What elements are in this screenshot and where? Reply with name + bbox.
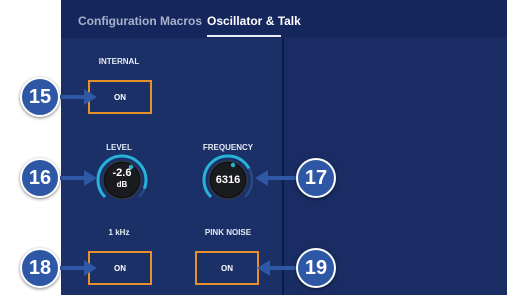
- level-unit: dB: [116, 180, 128, 189]
- khz-on-button[interactable]: ON: [88, 251, 152, 285]
- callout-19: 19: [296, 248, 336, 288]
- tab-configuration-macros[interactable]: Configuration Macros: [78, 14, 202, 28]
- tab-oscillator-talk[interactable]: Oscillator & Talk: [207, 14, 301, 28]
- khz-label: 1 kHz: [108, 228, 130, 237]
- pink-noise-on-button[interactable]: ON: [195, 251, 259, 285]
- level-label: LEVEL: [106, 143, 132, 152]
- internal-on-button[interactable]: ON: [88, 80, 152, 114]
- tab-bar: Configuration Macros Oscillator & Talk: [61, 0, 507, 38]
- callout-18: 18: [20, 248, 60, 288]
- callout-17: 17: [296, 158, 336, 198]
- frequency-label: FREQUENCY: [202, 143, 254, 152]
- frequency-knob[interactable]: 6316: [202, 154, 254, 206]
- level-knob[interactable]: -2.6 dB: [96, 154, 148, 206]
- oscillator-talk-window: Configuration Macros Oscillator & Talk I…: [61, 0, 507, 295]
- callout-16: 16: [20, 158, 60, 198]
- level-value: -2.6: [112, 167, 132, 179]
- frequency-value: 6316: [215, 174, 241, 186]
- callout-15: 15: [20, 77, 60, 117]
- pink-noise-label: PINK NOISE: [204, 228, 252, 237]
- internal-label: INTERNAL: [98, 57, 140, 66]
- oscillator-panel: INTERNAL ON LEVEL -2.6 dB FREQUENCY 6316…: [61, 38, 282, 295]
- active-tab-indicator: [207, 35, 281, 37]
